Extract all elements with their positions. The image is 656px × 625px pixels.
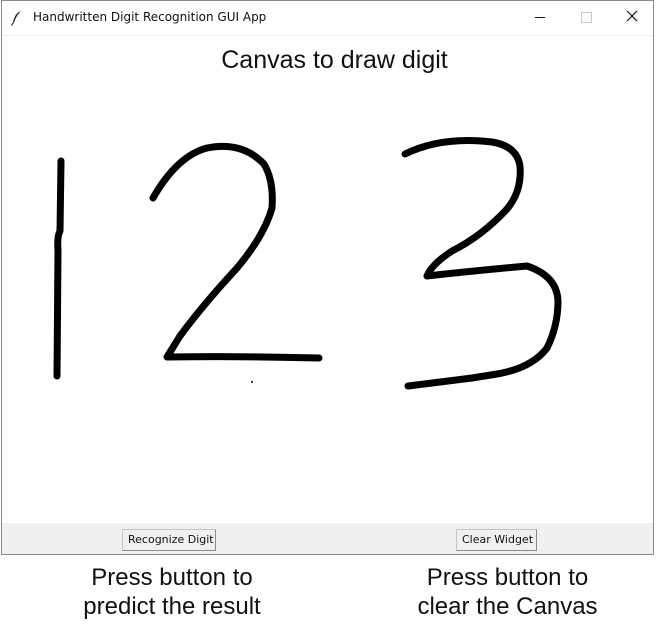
clear-annotation-line1: Press button to — [426, 564, 589, 591]
maximize-button[interactable] — [563, 1, 609, 34]
window-title: Handwritten Digit Recognition GUI App — [33, 10, 267, 24]
digit-stroke-3 — [401, 137, 562, 390]
maximize-icon — [580, 12, 592, 23]
close-button[interactable] — [609, 1, 655, 34]
clear-annotation-line2: clear the Canvas — [417, 593, 598, 620]
app-window: Handwritten Digit Recognition GUI App Ca… — [1, 0, 654, 555]
digit-stroke-2 — [149, 142, 323, 362]
recognize-digit-button[interactable]: Recognize Digit — [122, 529, 216, 551]
feather-icon — [10, 10, 24, 26]
recognize-annotation-line2: predict the result — [83, 593, 261, 620]
minimize-button[interactable] — [517, 1, 563, 34]
title-bar[interactable]: Handwritten Digit Recognition GUI App — [2, 1, 653, 36]
stray-dot — [251, 381, 253, 383]
recognize-annotation-line1: Press button to — [91, 564, 253, 591]
close-icon — [626, 9, 638, 27]
drawing-canvas[interactable]: Canvas to draw digit — [2, 36, 653, 523]
drawn-strokes — [53, 137, 562, 390]
minimize-icon — [535, 17, 545, 18]
clear-widget-button[interactable]: Clear Widget — [456, 529, 537, 551]
digit-stroke-1 — [53, 157, 65, 380]
button-bar: Recognize Digit Clear Widget — [2, 523, 653, 554]
clear-annotation: Press button to clear the Canvas — [385, 563, 630, 621]
recognize-annotation: Press button to predict the result — [52, 563, 292, 621]
